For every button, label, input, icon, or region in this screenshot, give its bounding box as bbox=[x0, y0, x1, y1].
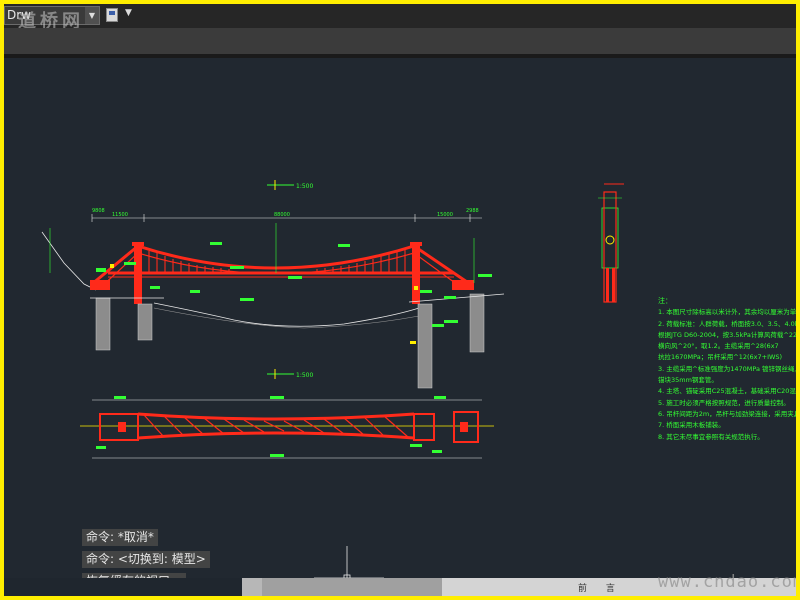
plan-scale: 1:500 bbox=[296, 372, 313, 379]
watermark-url: www.cndao.com bbox=[658, 572, 796, 592]
note-line: 8. 其它未尽事宜参照有关规范执行。 bbox=[658, 432, 764, 441]
crosshair-cursor bbox=[314, 546, 384, 578]
note-line: 横向风^20°，取1.2。主缆采用^28(6x7 bbox=[658, 342, 779, 351]
chevron-down-icon[interactable]: ▼ bbox=[85, 7, 99, 24]
save-icon[interactable] bbox=[106, 8, 118, 22]
ribbon-bar bbox=[4, 28, 796, 54]
drawing-notes: 注： 1. 本图尺寸除标高以米计外，其余均以厘米为单位。 2. 荷载标准：人群荷… bbox=[658, 296, 796, 443]
dim-right-span: 15000 bbox=[437, 212, 453, 218]
tower-section-view bbox=[598, 183, 624, 303]
note-line: 抗拉1670MPa；吊杆采用^12(6x7+IWS) bbox=[658, 353, 783, 362]
note-line: 2. 荷载标准：人群荷载，桥面按3.0、3.5、4.0kN/ bbox=[658, 319, 796, 328]
status-divider bbox=[242, 578, 262, 596]
note-line: 1. 本图尺寸除标高以米计外，其余均以厘米为单位。 bbox=[658, 308, 796, 317]
quick-access-toolbar: Drw ▼ ▼ 道桥网 bbox=[4, 4, 796, 32]
note-line: 根据JTG D60-2004，按3.5kPa计算风荷载^22 bbox=[658, 330, 796, 339]
dim-main-span: 88000 bbox=[274, 212, 290, 218]
note-line: 5. 施工时必须严格按照规范，进行质量控制。 bbox=[658, 398, 790, 407]
command-line: 命令: <切换到: 模型> bbox=[82, 551, 210, 568]
dim-left-span: 11500 bbox=[112, 212, 128, 218]
note-line: 锚块35mm钢套管。 bbox=[658, 376, 718, 385]
note-line: 3. 主缆采用^标准强度为1470MPa 镀锌钢丝绳， bbox=[658, 364, 796, 373]
note-line: 6. 吊杆间距为2m，吊杆与加劲梁连接，采用夹具连接。 bbox=[658, 409, 796, 418]
note-line: 4. 主塔、锚碇采用C25混凝土，基础采用C20混凝土。 bbox=[658, 387, 796, 396]
command-input[interactable] bbox=[4, 578, 242, 596]
note-line: 7. 桥面采用木板铺装。 bbox=[658, 421, 725, 430]
dropdown-arrow-icon[interactable]: ▼ bbox=[125, 8, 132, 18]
autocad-window: Drw ▼ ▼ 道桥网 1:500 11500 88000 15000 9808… bbox=[4, 4, 796, 596]
elevation-view: 1:500 11500 88000 15000 9808 2988 bbox=[41, 180, 505, 389]
status-label: 前 言 bbox=[578, 584, 623, 594]
layout-tabs[interactable] bbox=[262, 578, 442, 596]
elevation-scale: 1:500 bbox=[296, 183, 313, 190]
notes-title: 注： bbox=[658, 297, 672, 305]
command-line: 命令: *取消* bbox=[82, 529, 158, 546]
dim-right-end: 2988 bbox=[466, 208, 479, 214]
dim-left-end: 9808 bbox=[92, 208, 105, 214]
